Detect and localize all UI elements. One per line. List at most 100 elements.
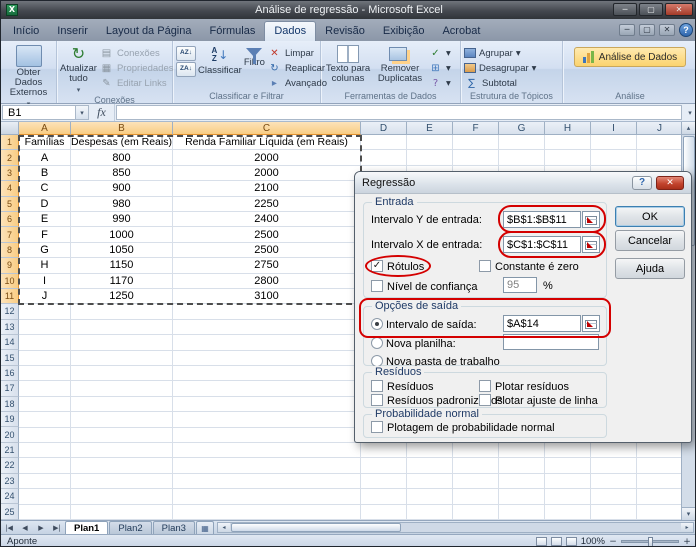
data-analysis-button[interactable]: Análise de Dados	[574, 47, 686, 67]
dialog-help-button[interactable]: ?	[632, 176, 652, 190]
constant-zero-checkbox[interactable]	[479, 260, 491, 272]
help-icon[interactable]: ?	[679, 23, 693, 37]
dialog-title-bar[interactable]: Regressão ? ✕	[355, 172, 691, 194]
sort-button[interactable]: AZ ↓ Classificar	[198, 43, 242, 91]
table-cell[interactable]: 850	[71, 166, 173, 181]
table-cell[interactable]: 2500	[173, 227, 361, 242]
zoom-slider-thumb[interactable]	[648, 537, 653, 547]
table-cell[interactable]: D	[19, 197, 71, 212]
standardized-residuals-checkbox[interactable]	[371, 394, 383, 406]
table-cell[interactable]: 980	[71, 197, 173, 212]
input-y-range-picker-button[interactable]	[582, 211, 600, 228]
table-cell[interactable]: 1250	[71, 289, 173, 304]
edit-links-button[interactable]: ✎ Editar Links	[99, 76, 174, 90]
table-cell[interactable]: E	[19, 212, 71, 227]
consolidate-button[interactable]: ⊞ ▾	[428, 61, 451, 75]
input-x-range-picker-button[interactable]	[582, 236, 600, 253]
plot-residuals-label[interactable]: Plotar resíduos	[495, 381, 569, 393]
input-y-range-field[interactable]: $B$1:$B$11	[503, 211, 581, 228]
table-cell[interactable]: J	[19, 289, 71, 304]
tab-acrobat[interactable]: Acrobat	[433, 22, 489, 41]
column-header-i[interactable]: I	[591, 122, 637, 135]
zoom-slider[interactable]	[621, 540, 679, 543]
first-sheet-icon[interactable]: |◀	[1, 524, 17, 532]
next-sheet-icon[interactable]: ▶	[33, 524, 49, 532]
table-cell[interactable]: I	[19, 274, 71, 289]
scroll-left-icon[interactable]: ◂	[218, 523, 230, 532]
sheet-tab-plan3[interactable]: Plan3	[153, 521, 195, 534]
row-header-16[interactable]: 16	[1, 366, 19, 381]
horizontal-scrollbar[interactable]: ◂ ▸	[217, 522, 694, 533]
column-header-e[interactable]: E	[407, 122, 453, 135]
table-cell[interactable]: 3100	[173, 289, 361, 304]
row-header-23[interactable]: 23	[1, 474, 19, 489]
remove-duplicates-button[interactable]: Remover Duplicatas	[374, 43, 426, 91]
plot-residuals-checkbox[interactable]	[479, 380, 491, 392]
page-layout-view-icon[interactable]	[551, 537, 562, 546]
labels-checkbox[interactable]: ✓	[371, 260, 383, 272]
table-cell[interactable]: B	[19, 166, 71, 181]
column-header-f[interactable]: F	[453, 122, 499, 135]
table-cell[interactable]: 900	[71, 181, 173, 196]
get-external-data-button[interactable]: Obter Dados Externos ▾	[4, 43, 53, 109]
normal-view-icon[interactable]	[536, 537, 547, 546]
row-header-18[interactable]: 18	[1, 397, 19, 412]
clear-filter-button[interactable]: ✕ Limpar	[267, 46, 327, 60]
sort-ascending-button[interactable]: AZ↓	[176, 46, 196, 61]
normal-probability-label[interactable]: Plotagem de probabilidade normal	[387, 422, 555, 434]
table-cell[interactable]: F	[19, 227, 71, 242]
row-header-2[interactable]: 2	[1, 150, 19, 165]
group-button[interactable]: Agrupar ▾	[464, 46, 559, 60]
table-cell[interactable]: 2250	[173, 197, 361, 212]
tab-dados[interactable]: Dados	[264, 21, 316, 41]
table-cell[interactable]: 800	[71, 150, 173, 165]
previous-sheet-icon[interactable]: ◀	[17, 524, 33, 532]
row-header-12[interactable]: 12	[1, 304, 19, 319]
table-cell[interactable]: 2400	[173, 212, 361, 227]
properties-button[interactable]: ▦ Propriedades	[99, 61, 174, 75]
table-cell[interactable]: C	[19, 181, 71, 196]
labels-checkbox-label[interactable]: Rótulos	[387, 261, 424, 273]
table-cell[interactable]: G	[19, 243, 71, 258]
confidence-level-field[interactable]: 95	[503, 277, 537, 293]
row-header-8[interactable]: 8	[1, 243, 19, 258]
confidence-level-label[interactable]: Nível de confiança	[387, 281, 478, 293]
column-header-d[interactable]: D	[361, 122, 407, 135]
reapply-button[interactable]: ↻ Reaplicar	[267, 61, 327, 75]
table-cell[interactable]: 2800	[173, 274, 361, 289]
workbook-restore-icon[interactable]: ▢	[639, 24, 655, 36]
last-sheet-icon[interactable]: ▶|	[49, 524, 65, 532]
page-break-view-icon[interactable]	[566, 537, 577, 546]
residuals-label[interactable]: Resíduos	[387, 381, 433, 393]
ok-button[interactable]: OK	[615, 206, 685, 227]
row-header-22[interactable]: 22	[1, 458, 19, 473]
subtotal-button[interactable]: ∑ Subtotal	[464, 76, 559, 90]
table-cell[interactable]: 2500	[173, 243, 361, 258]
output-range-field[interactable]: $A$14	[503, 315, 581, 332]
table-cell[interactable]: 2750	[173, 258, 361, 273]
column-header-c[interactable]: C	[173, 122, 361, 135]
row-header-15[interactable]: 15	[1, 350, 19, 365]
column-header-b[interactable]: B	[71, 122, 173, 135]
table-header-cell[interactable]: Despesas (em Reais)	[71, 135, 173, 150]
row-header-3[interactable]: 3	[1, 166, 19, 181]
table-header-cell[interactable]: Famílias	[19, 135, 71, 150]
table-cell[interactable]: 1000	[71, 227, 173, 242]
input-x-range-field[interactable]: $C$1:$C$11	[503, 236, 581, 253]
horizontal-scroll-thumb[interactable]	[231, 523, 401, 532]
insert-function-button[interactable]: fx	[89, 104, 115, 121]
formula-bar-expand-icon[interactable]: ▾	[683, 104, 696, 121]
text-to-columns-button[interactable]: Texto para colunas	[324, 43, 372, 91]
output-range-label[interactable]: Intervalo de saída:	[386, 319, 477, 331]
zoom-level[interactable]: 100%	[581, 536, 605, 547]
tab-layout-da-pagina[interactable]: Layout da Página	[97, 22, 201, 41]
tab-exibicao[interactable]: Exibição	[374, 22, 434, 41]
row-header-25[interactable]: 25	[1, 504, 19, 519]
help-button[interactable]: Ajuda	[615, 258, 685, 279]
advanced-button[interactable]: ▸ Avançado	[267, 76, 327, 90]
constant-zero-label[interactable]: Constante é zero	[495, 261, 579, 273]
tab-revisao[interactable]: Revisão	[316, 22, 374, 41]
new-sheet-field[interactable]	[503, 334, 599, 350]
row-header-4[interactable]: 4	[1, 181, 19, 196]
close-button[interactable]: ✕	[665, 3, 693, 16]
